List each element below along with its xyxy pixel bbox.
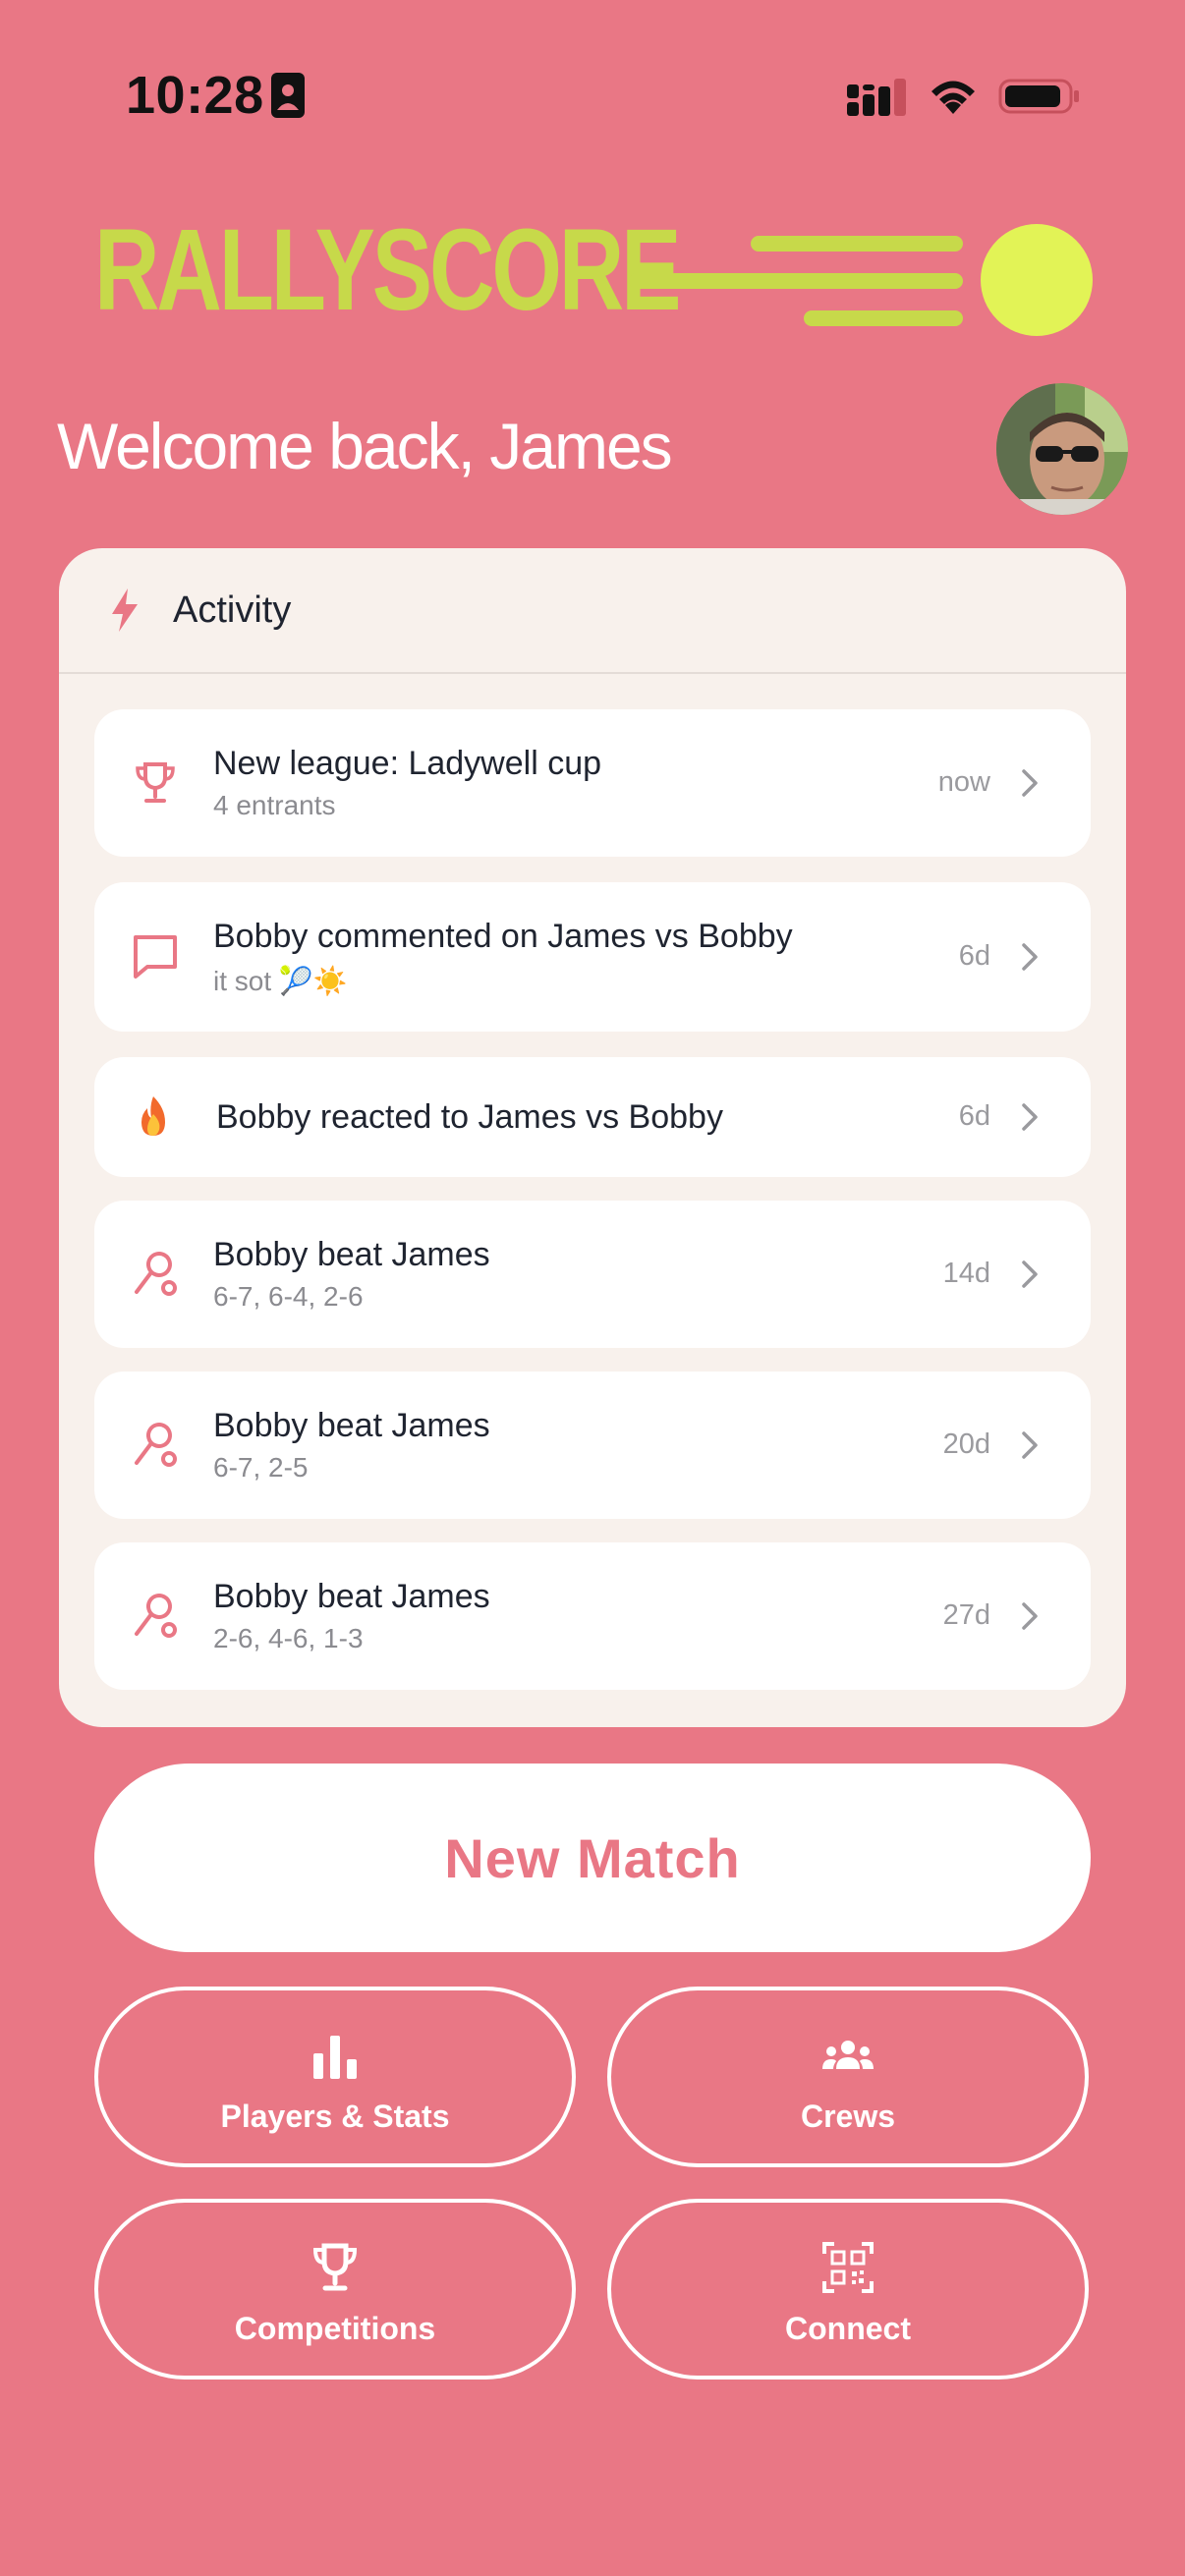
contact-card-icon [271,73,305,118]
activity-header: Activity [59,548,1126,674]
avatar[interactable] [996,383,1128,515]
activity-item-time: 6d [958,1100,990,1132]
racket-icon [135,1594,177,1638]
wifi-icon [931,81,975,114]
battery-icon [998,79,1079,114]
activity-item-time: 6d [958,940,990,972]
activity-item-subtitle: 4 entrants [213,790,336,820]
activity-item-time: 20d [942,1428,990,1460]
activity-item-league[interactable]: New league: Ladywell cup 4 entrants now [94,709,1091,857]
cellular-signal-icon [847,79,906,116]
logo-ball-icon [981,224,1093,336]
competitions-label: Competitions [234,2311,436,2346]
activity-item-match-result[interactable]: Bobby beat James 6-7, 2-5 20d [94,1372,1091,1519]
lightning-bolt-icon [112,588,138,632]
bar-chart-icon [313,2036,357,2079]
activity-item-match-result[interactable]: Bobby beat James 6-7, 6-4, 2-6 14d [94,1201,1091,1348]
status-bar: 10:28 [0,0,1185,187]
activity-item-time: 14d [942,1258,990,1289]
connect-label: Connect [785,2311,911,2346]
new-match-button[interactable]: New Match [94,1764,1091,1952]
crews-button[interactable]: Crews [607,1987,1089,2167]
status-time: 10:28 [126,66,264,125]
chevron-right-icon [1022,1103,1038,1131]
chevron-right-icon [1022,943,1038,971]
chevron-right-icon [1022,1431,1038,1459]
activity-item-subtitle: 6-7, 6-4, 2-6 [213,1281,364,1312]
racket-icon [135,1423,177,1467]
chevron-right-icon [1022,1260,1038,1288]
chevron-right-icon [1022,1602,1038,1630]
activity-item-subtitle: it sot 🎾☀️ [213,966,348,996]
players-stats-label: Players & Stats [220,2099,450,2134]
activity-item-match-result[interactable]: Bobby beat James 2-6, 4-6, 1-3 27d [94,1542,1091,1690]
crews-label: Crews [800,2099,896,2134]
trophy-icon [312,2243,358,2291]
activity-item-title: Bobby beat James [213,1236,490,1273]
players-stats-button[interactable]: Players & Stats [94,1987,576,2167]
competitions-button[interactable]: Competitions [94,2199,576,2380]
activity-item-title: Bobby commented on James vs Bobby [213,918,793,955]
trophy-icon [136,762,175,803]
qr-code-icon [822,2242,874,2293]
logo-speed-lines-icon [629,236,963,326]
activity-item-title: New league: Ladywell cup [213,745,602,782]
activity-item-comment[interactable]: Bobby commented on James vs Bobby it sot… [94,882,1091,1032]
chevron-right-icon [1022,769,1038,797]
activity-item-title: Bobby beat James [213,1407,490,1444]
group-icon [822,2041,874,2069]
activity-item-reaction[interactable]: Bobby reacted to James vs Bobby 6d [94,1057,1091,1177]
avatar-photo [996,383,1128,515]
activity-title: Activity [173,588,292,631]
app-logo-text: RALLYSCORE [94,205,682,335]
racket-icon [135,1252,177,1296]
connect-button[interactable]: Connect [607,2199,1089,2380]
activity-item-time: now [937,766,990,798]
activity-item-subtitle: 6-7, 2-5 [213,1452,309,1483]
activity-card: Activity New league: Ladywell cup 4 entr… [59,548,1126,1727]
welcome-heading: Welcome back, James [57,410,673,482]
activity-item-title: Bobby beat James [213,1578,490,1615]
comment-icon [134,935,177,979]
activity-item-time: 27d [942,1599,990,1631]
activity-item-title: Bobby reacted to James vs Bobby [216,1098,723,1136]
fire-emoji-icon [141,1096,165,1136]
activity-item-subtitle: 2-6, 4-6, 1-3 [213,1623,364,1653]
